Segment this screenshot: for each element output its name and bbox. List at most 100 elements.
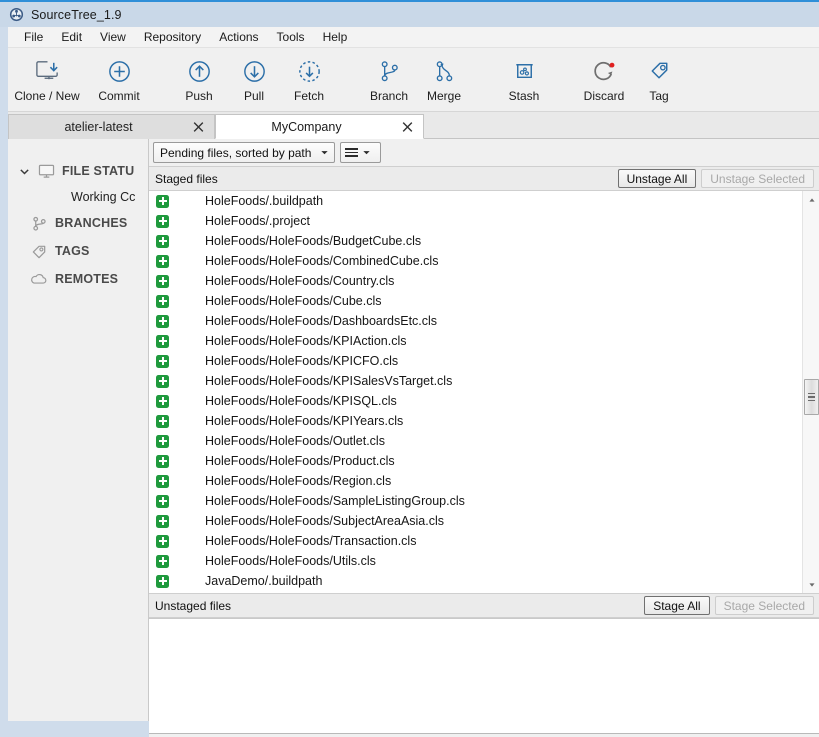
staged-file-row[interactable]: HoleFoods/HoleFoods/Country.cls bbox=[149, 271, 819, 291]
stage-all-button[interactable]: Stage All bbox=[644, 596, 709, 615]
list-view-icon bbox=[345, 148, 358, 157]
added-status-icon bbox=[156, 215, 169, 228]
filter-bar: Pending files, sorted by path bbox=[149, 139, 819, 166]
staged-file-row[interactable]: HoleFoods/HoleFoods/Product.cls bbox=[149, 451, 819, 471]
toolbar-label-fetch: Fetch bbox=[294, 89, 324, 103]
sidebar: FILE STATU Working Cc BRANCHES bbox=[8, 139, 149, 721]
tab-atelier-latest[interactable]: atelier-latest bbox=[8, 114, 215, 139]
close-icon[interactable] bbox=[192, 121, 205, 134]
menu-item-repository[interactable]: Repository bbox=[135, 28, 210, 46]
main-toolbar: Clone / New Commit Push bbox=[8, 48, 819, 112]
staged-file-path: HoleFoods/HoleFoods/Outlet.cls bbox=[205, 434, 385, 448]
tab-label-mycompany: MyCompany bbox=[271, 120, 367, 134]
staged-file-row[interactable]: JavaDemo/.buildpath bbox=[149, 571, 819, 591]
staged-file-row[interactable]: HoleFoods/HoleFoods/KPICFO.cls bbox=[149, 351, 819, 371]
staged-file-path: HoleFoods/HoleFoods/KPISQL.cls bbox=[205, 394, 397, 408]
view-mode-dropdown[interactable] bbox=[340, 142, 381, 163]
staged-file-row[interactable]: HoleFoods/HoleFoods/SampleListingGroup.c… bbox=[149, 491, 819, 511]
window-title: SourceTree_1.9 bbox=[31, 8, 122, 22]
staged-files-list[interactable]: HoleFoods/.buildpath HoleFoods/.project Ho… bbox=[149, 191, 819, 593]
staged-file-row[interactable]: HoleFoods/HoleFoods/BudgetCube.cls bbox=[149, 231, 819, 251]
staged-file-path: HoleFoods/.project bbox=[205, 214, 310, 228]
toolbar-button-commit[interactable]: Commit bbox=[80, 54, 158, 103]
toolbar-button-stash[interactable]: Stash bbox=[485, 54, 563, 103]
staged-files-header: Staged files Unstage All Unstage Selecte… bbox=[149, 166, 819, 191]
menu-item-file[interactable]: File bbox=[15, 28, 52, 46]
added-status-icon bbox=[156, 255, 169, 268]
tab-strip: atelier-latest MyCompany bbox=[8, 112, 819, 139]
toolbar-button-fetch[interactable]: Fetch bbox=[270, 54, 348, 103]
added-status-icon bbox=[156, 555, 169, 568]
added-status-icon bbox=[156, 475, 169, 488]
close-icon[interactable] bbox=[401, 120, 414, 133]
staged-file-row[interactable]: HoleFoods/.buildpath bbox=[149, 191, 819, 211]
scroll-up-arrow-icon[interactable] bbox=[803, 191, 819, 208]
staged-files-actions: Unstage All Unstage Selected bbox=[618, 169, 819, 188]
menu-item-tools[interactable]: Tools bbox=[268, 28, 314, 46]
sidebar-item-branches[interactable]: BRANCHES bbox=[8, 209, 148, 237]
staged-file-row[interactable]: HoleFoods/HoleFoods/Outlet.cls bbox=[149, 431, 819, 451]
staged-file-path: HoleFoods/HoleFoods/KPICFO.cls bbox=[205, 354, 398, 368]
staged-file-path: HoleFoods/HoleFoods/Transaction.cls bbox=[205, 534, 416, 548]
sidebar-item-tags[interactable]: TAGS bbox=[8, 237, 148, 265]
toolbar-label-commit: Commit bbox=[98, 89, 139, 103]
added-status-icon bbox=[156, 495, 169, 508]
staged-file-row[interactable]: HoleFoods/HoleFoods/Region.cls bbox=[149, 471, 819, 491]
staged-file-path: HoleFoods/HoleFoods/CombinedCube.cls bbox=[205, 254, 438, 268]
staged-file-row[interactable]: HoleFoods/HoleFoods/KPISQL.cls bbox=[149, 391, 819, 411]
staged-file-path: HoleFoods/HoleFoods/KPIAction.cls bbox=[205, 334, 406, 348]
staged-file-path: HoleFoods/HoleFoods/DashboardsEtc.cls bbox=[205, 314, 437, 328]
staged-file-row[interactable]: HoleFoods/HoleFoods/CombinedCube.cls bbox=[149, 251, 819, 271]
unstaged-files-title: Unstaged files bbox=[149, 599, 231, 613]
scrollbar-thumb[interactable] bbox=[804, 379, 819, 415]
merge-icon bbox=[431, 54, 458, 88]
sourcetree-window: SourceTree_1.9 File Edit View Repository… bbox=[0, 0, 819, 737]
toolbar-button-merge[interactable]: Merge bbox=[405, 54, 483, 103]
chevron-down-icon[interactable] bbox=[18, 166, 30, 177]
title-bar: SourceTree_1.9 bbox=[0, 2, 819, 27]
staged-file-row[interactable]: HoleFoods/HoleFoods/SubjectAreaAsia.cls bbox=[149, 511, 819, 531]
added-status-icon bbox=[156, 535, 169, 548]
staged-file-row[interactable]: HoleFoods/HoleFoods/Cube.cls bbox=[149, 291, 819, 311]
toolbar-label-stash: Stash bbox=[509, 89, 540, 103]
tab-mycompany[interactable]: MyCompany bbox=[215, 114, 424, 139]
unstage-all-button[interactable]: Unstage All bbox=[618, 169, 697, 188]
scroll-down-arrow-icon[interactable] bbox=[803, 576, 819, 593]
content-panel: Pending files, sorted by path bbox=[149, 139, 819, 737]
toolbar-button-clone-new[interactable]: Clone / New bbox=[8, 54, 86, 103]
menu-item-help[interactable]: Help bbox=[314, 28, 357, 46]
sidebar-label-branches: BRANCHES bbox=[55, 216, 127, 230]
menu-item-edit[interactable]: Edit bbox=[52, 28, 91, 46]
staged-file-row[interactable]: HoleFoods/HoleFoods/KPIAction.cls bbox=[149, 331, 819, 351]
sidebar-item-file-status[interactable]: FILE STATU bbox=[8, 157, 148, 185]
added-status-icon bbox=[156, 275, 169, 288]
staged-file-path: HoleFoods/HoleFoods/Cube.cls bbox=[205, 294, 381, 308]
menu-item-view[interactable]: View bbox=[91, 28, 135, 46]
added-status-icon bbox=[156, 375, 169, 388]
staged-file-row[interactable]: HoleFoods/.project bbox=[149, 211, 819, 231]
chevron-down-icon bbox=[360, 148, 376, 157]
menu-item-actions[interactable]: Actions bbox=[210, 28, 267, 46]
push-up-arrow-icon bbox=[186, 54, 213, 88]
toolbar-label-tag: Tag bbox=[649, 89, 668, 103]
added-status-icon bbox=[156, 515, 169, 528]
sort-mode-dropdown[interactable]: Pending files, sorted by path bbox=[153, 142, 335, 163]
branch-icon bbox=[376, 54, 403, 88]
staged-list-scrollbar[interactable] bbox=[802, 191, 819, 593]
staged-file-row[interactable]: HoleFoods/HoleFoods/KPISalesVsTarget.cls bbox=[149, 371, 819, 391]
sidebar-item-working-copy[interactable]: Working Cc bbox=[8, 185, 148, 209]
unstaged-files-actions: Stage All Stage Selected bbox=[644, 596, 819, 615]
added-status-icon bbox=[156, 395, 169, 408]
staged-file-row[interactable]: HoleFoods/HoleFoods/Transaction.cls bbox=[149, 531, 819, 551]
toolbar-button-tag[interactable]: Tag bbox=[620, 54, 698, 103]
toolbar-label-push: Push bbox=[185, 89, 212, 103]
staged-file-path: JavaDemo/.buildpath bbox=[205, 574, 322, 588]
added-status-icon bbox=[156, 295, 169, 308]
staged-file-row[interactable]: HoleFoods/HoleFoods/DashboardsEtc.cls bbox=[149, 311, 819, 331]
staged-file-row[interactable]: HoleFoods/HoleFoods/Utils.cls bbox=[149, 551, 819, 571]
unstaged-files-list[interactable] bbox=[149, 618, 819, 737]
stage-selected-button[interactable]: Stage Selected bbox=[715, 596, 814, 615]
staged-file-row[interactable]: HoleFoods/HoleFoods/KPIYears.cls bbox=[149, 411, 819, 431]
unstage-selected-button[interactable]: Unstage Selected bbox=[701, 169, 814, 188]
sidebar-item-remotes[interactable]: REMOTES bbox=[8, 265, 148, 293]
